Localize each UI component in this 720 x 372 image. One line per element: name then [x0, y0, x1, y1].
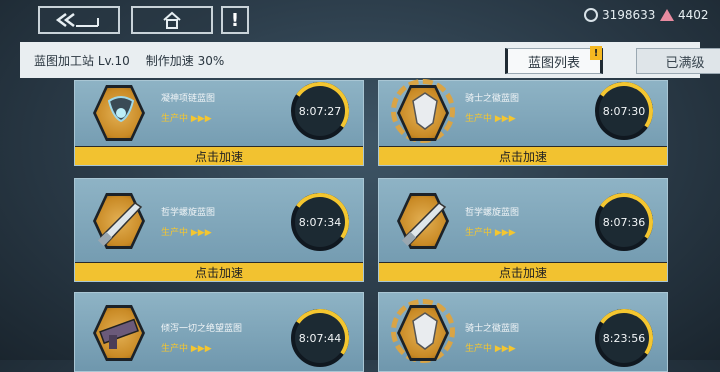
item-name: 哲学螺旋蓝图 [465, 208, 520, 218]
house-icon [163, 11, 181, 29]
tab-maxed[interactable]: 已满级 [636, 48, 720, 74]
item-name: 倾泻一切之绝望蓝图 [161, 324, 243, 334]
gem-icon [660, 9, 674, 21]
gem-display: 4402 [660, 8, 709, 22]
production-status: 生产中 ▶▶▶ [161, 344, 212, 354]
blueprint-card: 骑士之徽蓝图 生产中 ▶▶▶ 8:23:56 [378, 292, 668, 372]
tab-notification-badge: ! [590, 46, 602, 60]
knight-emblem-icon [412, 312, 438, 350]
coin-icon [584, 8, 598, 22]
production-status: 生产中 ▶▶▶ [161, 228, 212, 238]
blueprint-card: 哲学螺旋蓝图 生产中 ▶▶▶ 8:07:34 点击加速 [74, 178, 364, 282]
timer-progress [590, 188, 658, 256]
station-level: 蓝图加工站 Lv.10 [34, 53, 130, 68]
timer-progress [286, 304, 354, 372]
home-button[interactable] [131, 6, 213, 34]
necklace-icon [107, 96, 135, 123]
production-status: 生产中 ▶▶▶ [465, 228, 516, 238]
timer-progress [286, 188, 354, 256]
speed-up-button[interactable]: 点击加速 [75, 262, 363, 281]
item-name: 哲学螺旋蓝图 [161, 208, 216, 218]
timer-progress [590, 77, 658, 145]
double-chevron-left-icon [55, 13, 99, 27]
production-status: 生产中 ▶▶▶ [465, 114, 516, 124]
alert-button[interactable]: ! [221, 6, 249, 34]
back-button[interactable] [38, 6, 120, 34]
spiral-rifle-icon [401, 202, 447, 247]
speed-up-button[interactable]: 点击加速 [379, 146, 667, 165]
production-status: 生产中 ▶▶▶ [465, 344, 516, 354]
heavy-gun-icon [99, 318, 139, 349]
tab-blueprint-list[interactable]: 蓝图列表 [505, 48, 603, 74]
blueprint-card: 凝神项链蓝图 生产中 ▶▶▶ 8:07:27 点击加速 [74, 77, 364, 166]
item-name: 骑士之徽蓝图 [465, 324, 520, 334]
currency-amount: 3198633 [602, 8, 656, 22]
production-status: 生产中 ▶▶▶ [161, 114, 212, 124]
alert-mark: ! [230, 9, 240, 31]
blueprint-card: 哲学螺旋蓝图 生产中 ▶▶▶ 8:07:36 点击加速 [378, 178, 668, 282]
knight-emblem-icon [412, 92, 438, 130]
gem-amount: 4402 [678, 8, 709, 22]
blueprint-card: 倾泻一切之绝望蓝图 生产中 ▶▶▶ 8:07:44 [74, 292, 364, 372]
item-name: 凝神项链蓝图 [161, 94, 216, 104]
currency-display: 3198633 [584, 8, 655, 22]
timer-progress [590, 304, 658, 372]
speed-up-button[interactable]: 点击加速 [75, 146, 363, 165]
spiral-rifle-icon [97, 202, 143, 247]
speed-up-button[interactable]: 点击加速 [379, 262, 667, 281]
blueprint-card: 骑士之徽蓝图 生产中 ▶▶▶ 8:07:30 点击加速 [378, 77, 668, 166]
timer-progress [286, 77, 354, 145]
speed-bonus: 制作加速 30% [145, 53, 225, 68]
item-name: 骑士之徽蓝图 [465, 94, 520, 104]
